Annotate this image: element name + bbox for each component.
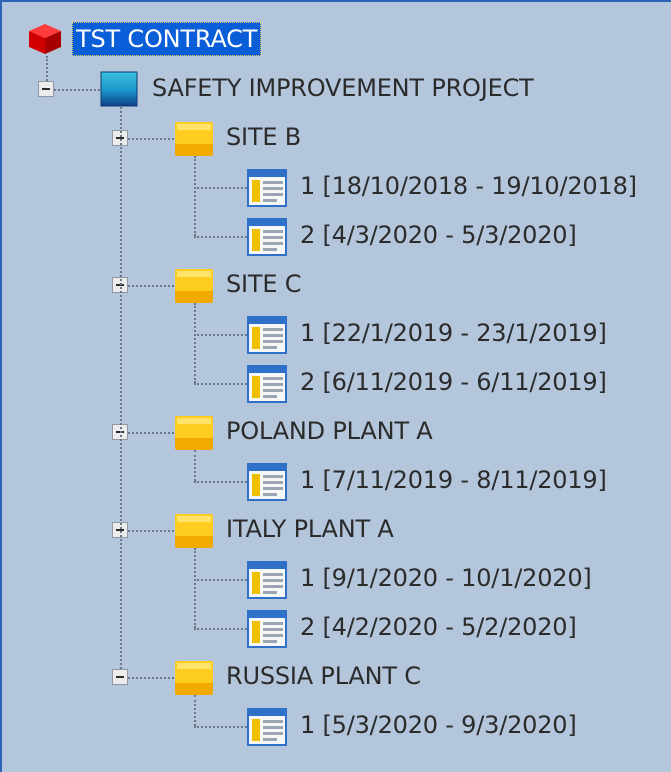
tree-item-label[interactable]: 2 [4/3/2020 - 5/3/2020] [296, 218, 581, 252]
tree-project-label[interactable]: SAFETY IMPROVEMENT PROJECT [148, 71, 538, 105]
red-cube-icon [27, 22, 63, 60]
tree-item-label[interactable]: 1 [9/1/2020 - 10/1/2020] [296, 561, 596, 595]
project-expander[interactable] [38, 81, 54, 97]
project-box-icon [100, 71, 138, 111]
form-icon [247, 365, 287, 407]
site-expander[interactable] [112, 669, 128, 685]
tree-connector-line [128, 285, 174, 287]
tree-item-label[interactable]: 1 [22/1/2019 - 23/1/2019] [296, 316, 611, 350]
tree-view[interactable]: TST CONTRACT SAFETY IMPROVEMENT PROJECT SI… [0, 0, 671, 772]
tree-connector-line [128, 677, 174, 679]
tree-site-label[interactable]: SITE C [222, 267, 305, 301]
form-icon [247, 316, 287, 358]
tree-connector-line [194, 579, 247, 581]
tree-connector-line [194, 383, 247, 385]
tree-site-label[interactable]: SITE B [222, 120, 305, 154]
tree-connector-line [194, 450, 196, 481]
tree-connector-line [120, 107, 122, 669]
tree-item-label[interactable]: 2 [6/11/2019 - 6/11/2019] [296, 365, 611, 399]
tree-connector-line [194, 236, 247, 238]
tree-connector-line [128, 530, 174, 532]
tree-root-label[interactable]: TST CONTRACT [72, 22, 262, 56]
tree-connector-line [194, 334, 247, 336]
form-icon [247, 708, 287, 750]
form-icon [247, 463, 287, 505]
form-icon [247, 169, 287, 211]
tree-site-label[interactable]: ITALY PLANT A [222, 512, 398, 546]
tree-item-label[interactable]: 1 [7/11/2019 - 8/11/2019] [296, 463, 611, 497]
tree-site-label[interactable]: POLAND PLANT A [222, 414, 436, 448]
tree-item-label[interactable]: 1 [18/10/2018 - 19/10/2018] [296, 169, 641, 203]
form-icon [247, 561, 287, 603]
tree-connector-line [194, 726, 247, 728]
tree-site-label[interactable]: RUSSIA PLANT C [222, 659, 425, 693]
form-icon [247, 218, 287, 260]
tree-connector-line [54, 89, 100, 91]
tree-connector-line [128, 138, 174, 140]
form-icon [247, 610, 287, 652]
tree-connector-line [194, 548, 196, 628]
tree-item-label[interactable]: 2 [4/2/2020 - 5/2/2020] [296, 610, 581, 644]
tree-connector-line [46, 56, 48, 81]
tree-connector-line [194, 187, 247, 189]
tree-connector-line [194, 303, 196, 383]
tree-connector-line [194, 628, 247, 630]
tree-connector-line [194, 481, 247, 483]
tree-item-label[interactable]: 1 [5/3/2020 - 9/3/2020] [296, 708, 581, 742]
tree-connector-line [194, 156, 196, 236]
tree-connector-line [194, 695, 196, 726]
tree-connector-line [128, 432, 174, 434]
